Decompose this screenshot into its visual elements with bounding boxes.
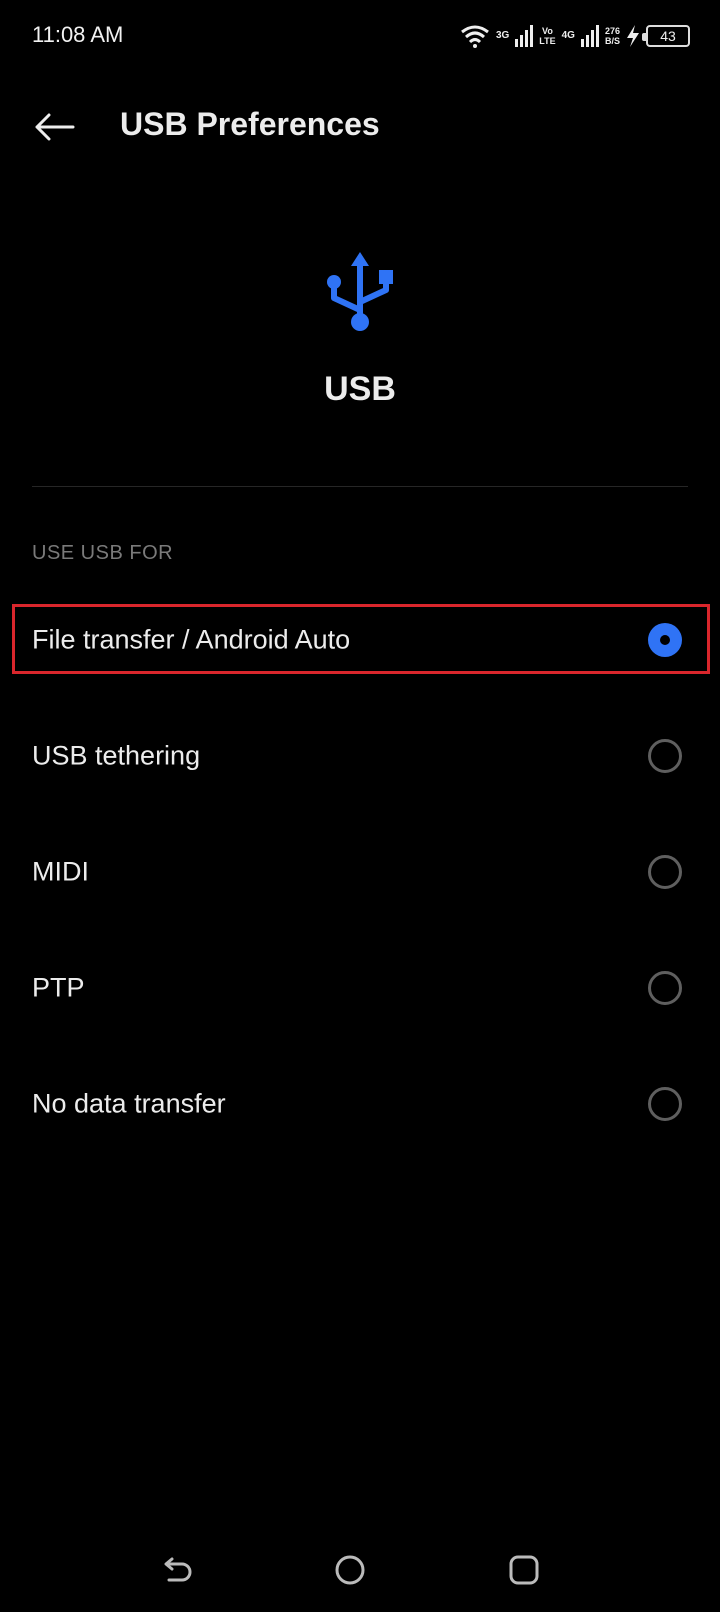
usb-icon <box>327 252 393 331</box>
radio-selected-icon[interactable] <box>648 623 682 657</box>
divider <box>32 486 688 487</box>
page-title: USB Preferences <box>120 106 380 142</box>
radio-unselected-icon[interactable] <box>648 739 682 773</box>
nav-back-button[interactable] <box>156 1548 200 1592</box>
option-label: USB tethering <box>32 740 201 771</box>
app-bar: USB Preferences <box>0 88 720 168</box>
back-nav-icon <box>164 1557 192 1582</box>
option-file-transfer[interactable]: File transfer / Android Auto <box>0 582 720 698</box>
radio-unselected-icon[interactable] <box>648 1087 682 1121</box>
back-button[interactable] <box>26 102 82 152</box>
radio-unselected-icon[interactable] <box>648 855 682 889</box>
network-4g-label: 4G <box>561 30 575 41</box>
option-midi[interactable]: MIDI <box>0 814 720 930</box>
recents-nav-icon <box>509 1555 539 1585</box>
option-usb-tethering[interactable]: USB tethering <box>0 698 720 814</box>
volte-bottom: LTE <box>539 36 556 46</box>
network-speed: 276 B/S <box>605 26 620 46</box>
option-label: File transfer / Android Auto <box>32 624 351 655</box>
arrow-left-icon <box>35 113 75 141</box>
usb-heading: USB <box>324 370 396 408</box>
wifi-icon <box>461 25 489 48</box>
option-no-data-transfer[interactable]: No data transfer <box>0 1046 720 1162</box>
radio-unselected-icon[interactable] <box>648 971 682 1005</box>
speed-value: 276 <box>604 26 620 36</box>
network-3g-label: 3G <box>495 30 510 41</box>
volte-top: Vo <box>542 26 553 36</box>
navigation-bar <box>0 1520 720 1612</box>
nav-recents-button[interactable] <box>502 1548 546 1592</box>
option-ptp[interactable]: PTP <box>0 930 720 1046</box>
section-label: USE USB FOR <box>32 542 174 564</box>
nav-home-button[interactable] <box>328 1548 372 1592</box>
speed-unit: B/S <box>604 36 620 46</box>
status-time: 11:08 AM <box>32 22 124 47</box>
option-label: PTP <box>32 972 85 1003</box>
volte-label: Vo LTE <box>539 26 555 46</box>
signal-icon-2 <box>580 25 599 47</box>
charging-icon <box>627 25 639 47</box>
status-bar: 11:08 AM 3G Vo LTE 4G 276 B/S 43 <box>0 0 720 72</box>
signal-icon <box>515 25 534 47</box>
battery-icon: 43 <box>642 25 690 47</box>
home-nav-icon <box>335 1555 365 1585</box>
option-label: MIDI <box>32 856 89 887</box>
status-icons: 3G Vo LTE 4G 276 B/S 43 <box>460 20 690 52</box>
option-label: No data transfer <box>32 1088 226 1119</box>
